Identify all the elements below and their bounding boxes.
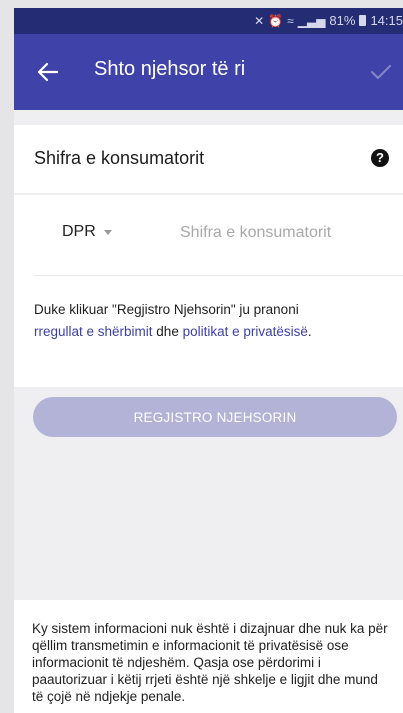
back-button[interactable]: [32, 56, 64, 88]
register-meter-button[interactable]: REGJISTRO NJEHSORIN: [33, 397, 397, 437]
confirm-button[interactable]: [365, 56, 397, 88]
nfc-icon: ✕: [254, 13, 265, 28]
privacy-policy-link[interactable]: politikat e privatësisë: [183, 324, 308, 339]
terms-of-service-link[interactable]: rregullat e shërbimit: [34, 324, 153, 339]
disclaimer-text: Ky sistem informacioni nuk është i dizaj…: [32, 621, 388, 704]
app-bar: Shto njehsor të ri: [14, 34, 403, 110]
battery-icon: [359, 15, 367, 26]
prefix-value: DPR: [62, 223, 96, 240]
terms-end: .: [307, 324, 312, 339]
status-time: 14:15: [370, 13, 403, 28]
customer-code-input[interactable]: [178, 217, 382, 249]
divider: [34, 275, 403, 276]
terms-text: Duke klikuar "Regjistro Njehsorin" ju pr…: [34, 299, 389, 343]
section-header: Shifra e konsumatorit ?: [14, 125, 403, 193]
battery-percent: 81%: [329, 13, 356, 28]
alarm-icon: ⏰: [268, 13, 284, 28]
prefix-select[interactable]: DPR: [62, 223, 112, 241]
terms-conjunction: dhe: [152, 324, 183, 339]
arrow-left-icon: [38, 63, 58, 81]
signal-icon: ▁▃▅: [297, 13, 326, 28]
caret-down-icon: [103, 229, 112, 235]
phone-screen: ✕ ⏰ ≈ ▁▃▅ 81% 14:15 Shto njehsor të ri S…: [14, 8, 403, 713]
wifi-icon: ≈: [287, 13, 294, 28]
check-icon: [371, 65, 391, 79]
form-card: DPR Duke klikuar "Regjistro Njehsorin" j…: [14, 195, 403, 387]
status-bar: ✕ ⏰ ≈ ▁▃▅ 81% 14:15: [14, 8, 403, 34]
page-title: Shto njehsor të ri: [94, 58, 246, 80]
status-icons: ✕ ⏰ ≈ ▁▃▅ 81% 14:15: [254, 13, 403, 28]
footer: Ky sistem informacioni nuk është i dizaj…: [14, 600, 403, 713]
section-title: Shifra e konsumatorit: [34, 148, 205, 168]
terms-intro: Duke klikuar "Regjistro Njehsorin" ju pr…: [34, 302, 299, 317]
help-icon[interactable]: ?: [371, 149, 389, 167]
